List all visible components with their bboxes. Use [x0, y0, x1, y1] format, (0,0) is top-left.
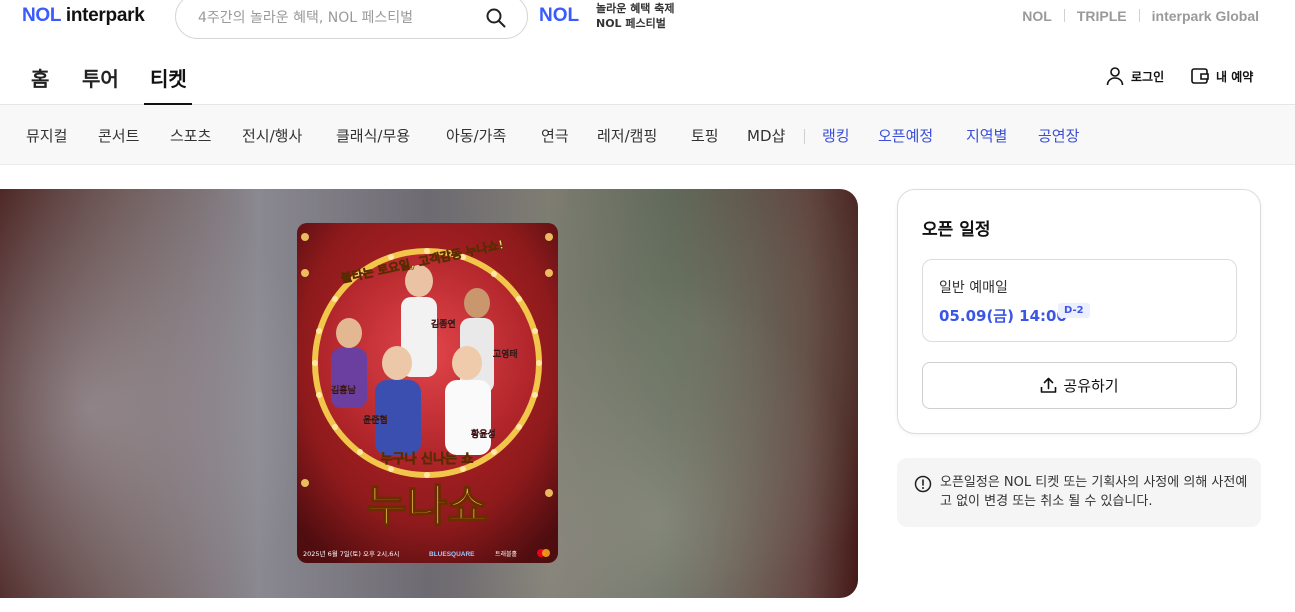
- tab-home[interactable]: 홈: [31, 63, 49, 105]
- category-venue[interactable]: 공연장: [1038, 125, 1079, 146]
- schedule-notice: 오픈일정은 NOL 티켓 또는 기획사의 사정에 의해 사전예고 없이 변경 또…: [897, 458, 1261, 527]
- login-link[interactable]: 로그인: [1105, 66, 1164, 86]
- my-booking-link[interactable]: 내 예약: [1190, 66, 1253, 86]
- hero-banner: 김종연 고영태 김홍남 윤준협 황윤성 불타는 토요일, 고객감동 누나쇼! 누…: [0, 189, 858, 598]
- poster-date: 2025년 6월 7일(토) 오후 2시,6시: [303, 549, 399, 558]
- show-poster[interactable]: 김종연 고영태 김홍남 윤준협 황윤성 불타는 토요일, 고객감동 누나쇼! 누…: [297, 223, 558, 563]
- open-schedule-title: 오픈 일정: [922, 220, 991, 240]
- general-booking-label: 일반 예매일: [939, 280, 1008, 296]
- divider: [1063, 9, 1065, 22]
- poster-name-4: 윤준협: [363, 414, 388, 426]
- main-tabs: 홈 투어 티켓 로그인 내 예약: [0, 46, 1295, 105]
- family-link-nol[interactable]: NOL: [1022, 8, 1052, 24]
- general-booking-date: 05.09(금) 14:00: [939, 307, 1067, 325]
- share-button[interactable]: 공유하기: [922, 362, 1237, 409]
- search-input[interactable]: [198, 6, 468, 30]
- family-link-triple[interactable]: TRIPLE: [1077, 8, 1127, 24]
- nol-promo-logo: NOL: [539, 5, 580, 26]
- poster-name-5: 황윤성: [471, 428, 496, 440]
- wallet-icon: [1191, 68, 1209, 84]
- general-booking-box: 일반 예매일 05.09(금) 14:00 D-2: [922, 259, 1237, 342]
- divider: [1138, 9, 1140, 22]
- poster-sponsor-2: 트래블홀: [495, 550, 518, 558]
- family-site-links: NOL TRIPLE interpark Global: [1022, 8, 1259, 24]
- category-bar: 뮤지컬 콘서트 스포츠 전시/행사 클래식/무용 아동/가족 연극 레저/캠핑 …: [0, 105, 1295, 165]
- poster-tagline: 누구나 신나는 쇼: [381, 451, 474, 467]
- poster-sponsor-bluesquare: BLUESQUARE: [429, 551, 475, 558]
- promo-line-2: NOL 페스티벌: [596, 17, 666, 30]
- category-region[interactable]: 지역별: [966, 125, 1007, 146]
- notice-text: 오픈일정은 NOL 티켓 또는 기획사의 사정에 의해 사전예고 없이 변경 또…: [940, 475, 1248, 509]
- search-box: [175, 0, 528, 39]
- category-family[interactable]: 아동/가족: [446, 125, 506, 146]
- promo-line-1: 놀라운 혜택 축제: [596, 2, 675, 15]
- category-md-shop[interactable]: MD샵: [747, 125, 785, 146]
- category-musical[interactable]: 뮤지컬: [26, 125, 67, 146]
- interpark-logo[interactable]: NOL interpark: [22, 5, 145, 27]
- tab-tour[interactable]: 투어: [82, 63, 119, 105]
- open-schedule-card: 오픈 일정 일반 예매일 05.09(금) 14:00 D-2 공유하기: [897, 189, 1261, 434]
- share-icon: [1041, 377, 1057, 393]
- search-icon[interactable]: [485, 7, 507, 29]
- poster-name-2: 고영태: [493, 348, 518, 360]
- category-leisure[interactable]: 레저/캠핑: [597, 125, 657, 146]
- category-open-soon[interactable]: 오픈예정: [878, 125, 933, 146]
- category-topping[interactable]: 토핑: [691, 125, 719, 146]
- poster-name-3: 김홍남: [331, 384, 357, 396]
- dday-badge: D-2: [1058, 303, 1090, 318]
- info-icon: [914, 475, 932, 497]
- top-header: NOL interpark NOL 놀라운 혜택 축제 NOL 페스티벌 NOL…: [0, 0, 1295, 46]
- category-ranking[interactable]: 랭킹: [822, 125, 850, 146]
- family-link-interpark-global[interactable]: interpark Global: [1152, 8, 1259, 24]
- poster-title: 누나쇼: [366, 481, 487, 532]
- divider: [804, 129, 805, 144]
- poster-name-1: 김종연: [431, 318, 456, 330]
- tab-ticket[interactable]: 티켓: [144, 63, 192, 105]
- category-concert[interactable]: 콘서트: [98, 125, 139, 146]
- category-classic[interactable]: 클래식/무용: [336, 125, 410, 146]
- category-play[interactable]: 연극: [541, 125, 569, 146]
- category-sports[interactable]: 스포츠: [170, 125, 211, 146]
- user-icon: [1106, 67, 1124, 86]
- category-exhibition[interactable]: 전시/행사: [242, 125, 302, 146]
